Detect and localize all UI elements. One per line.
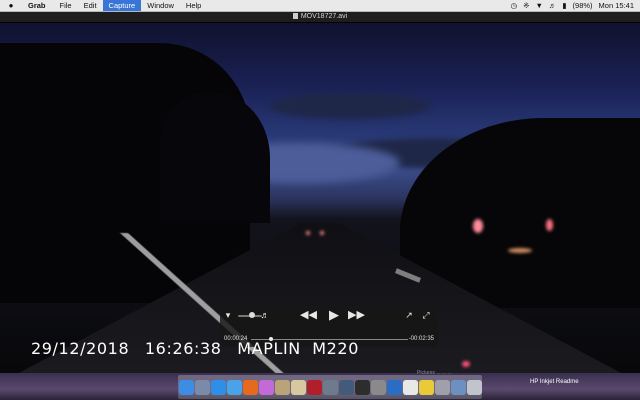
app-store-icon[interactable] [210,379,226,395]
system-preferences-icon[interactable] [370,379,386,395]
dock-shelf [178,375,482,399]
dock-hover-label: HP Inkjet Readme [530,379,579,385]
battery-percent: (98%) [572,1,593,10]
itunes-icon[interactable] [258,379,274,395]
stickies-icon[interactable] [418,379,434,395]
dashcam-timestamp: 29/12/2018 16:26:38 MAPLIN M220 [31,339,369,358]
remaining-time: -00:02:35 [408,336,434,342]
menu-window[interactable]: Window [141,0,180,11]
quicktime-icon[interactable] [386,379,402,395]
menu-file[interactable]: File [54,0,78,11]
rewind-button[interactable]: ◀◀ [300,310,317,321]
sky-cloud [270,93,430,119]
trees-left-top [160,93,270,223]
finder-icon[interactable] [178,379,194,395]
grab-icon[interactable] [322,379,338,395]
menubar: ● Grab File Edit Capture Window Help ◷ ※… [0,0,640,12]
reflector-light [508,248,532,253]
launchpad-icon[interactable] [194,379,210,395]
bluetooth-icon[interactable]: ※ [523,0,529,11]
wifi-icon[interactable]: ▼ [535,0,542,11]
menu-edit[interactable]: Edit [78,0,103,11]
photo-booth-icon[interactable] [306,379,322,395]
volume-icon[interactable]: ♬ [549,0,557,11]
menu-capture[interactable]: Capture [102,0,142,11]
time-machine-icon[interactable]: ◷ [511,0,518,11]
menubar-clock[interactable]: Mon 15:41 [599,0,634,11]
title-bar[interactable]: MOV18727.avi [0,12,640,23]
menu-help[interactable]: Help [180,0,207,11]
timestamp-time: 16:26:38 [144,339,222,358]
window-title-text: MOV18727.avi [300,13,348,20]
downloads-icon[interactable] [450,379,466,395]
tail-light [473,219,483,233]
apple-icon[interactable]: ● [0,1,22,10]
preview-icon[interactable] [290,379,306,395]
battery-icon[interactable]: ▮ [562,0,566,11]
mission-control-icon[interactable] [338,379,354,395]
tail-light [546,219,553,231]
fast-forward-button[interactable]: ▶▶ [348,310,365,321]
player-window: MOV18727.avi ▾ ♬ ◀◀ ▶ ▶▶ ↗ ⤢ 00:00:24 -0… [0,12,640,373]
menu-app-name[interactable]: Grab [22,0,54,11]
timestamp-date: 29/12/2018 [31,339,130,358]
fullscreen-icon[interactable]: ⤢ [420,310,432,320]
volume-slider-knob[interactable] [249,312,256,318]
documents-icon[interactable] [434,379,450,395]
volume-max-icon[interactable]: ♬ [260,310,270,320]
terminal-icon[interactable] [354,379,370,395]
dock: Pictures ... ... ... HP Inkjet Readme [0,370,640,400]
dashboard-light [462,361,470,367]
distant-light [306,231,310,235]
firefox-icon[interactable] [242,379,258,395]
share-icon[interactable]: ↗ [403,310,415,320]
volume-min-icon[interactable]: ▾ [223,310,233,320]
document-icon [292,13,298,19]
textedit-icon[interactable] [402,379,418,395]
status-area: ◷ ※ ▼ ♬ ▮ (98%) Mon 15:41 [511,0,640,11]
play-button[interactable]: ▶ [326,308,342,322]
window-title: MOV18727.avi [0,12,640,22]
game-center-icon[interactable] [274,379,290,395]
safari-icon[interactable] [226,379,242,395]
trash-icon[interactable] [466,379,482,395]
distant-light [320,231,324,235]
timestamp-device: MAPLIN M220 [237,339,359,358]
